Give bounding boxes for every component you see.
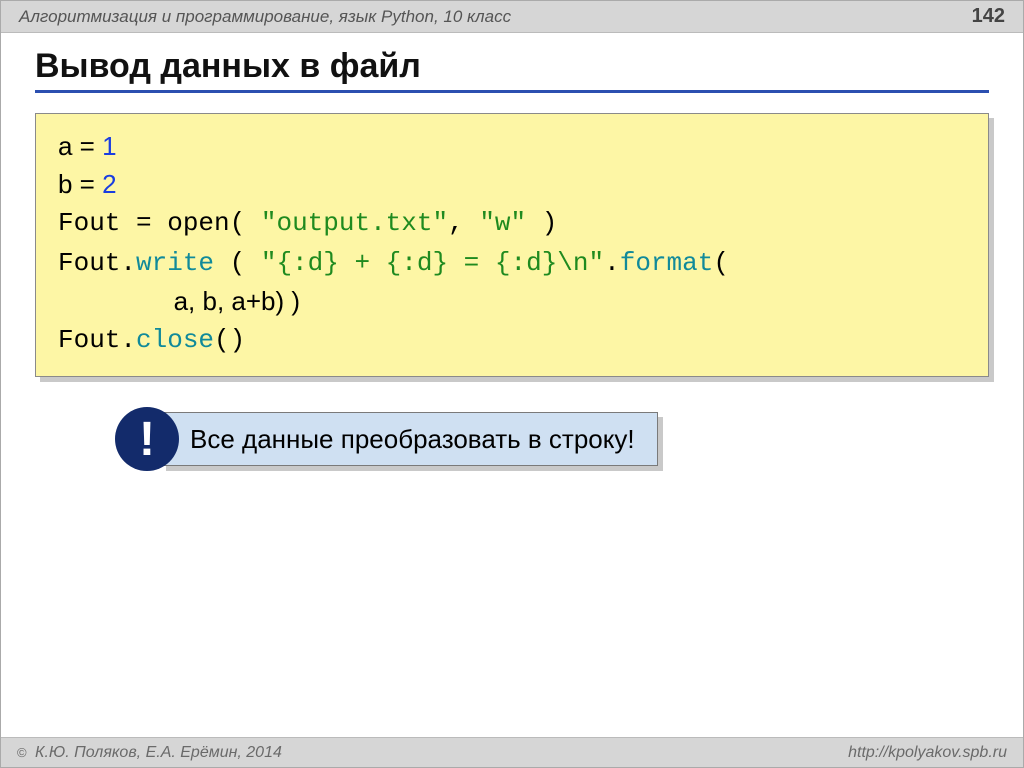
code-text: Fout = open bbox=[58, 208, 230, 238]
code-text: () bbox=[214, 325, 245, 355]
code-text: a = bbox=[58, 131, 102, 161]
code-box: a = 1 b = 2 Fout = open( "output.txt", "… bbox=[35, 113, 989, 377]
page-number: 142 bbox=[972, 5, 1005, 28]
title-rule bbox=[35, 90, 989, 93]
course-label: Алгоритмизация и программирование, язык … bbox=[19, 7, 511, 27]
code-method: write bbox=[136, 248, 214, 278]
code-number: 2 bbox=[102, 169, 116, 199]
code-block: a = 1 b = 2 Fout = open( "output.txt", "… bbox=[35, 113, 989, 377]
code-line-5: a, b, a+b) ) bbox=[58, 283, 966, 321]
code-text: b = bbox=[58, 169, 102, 199]
code-string: "{:d} + {:d} = {:d}\n" bbox=[261, 248, 604, 278]
copyright-icon: © bbox=[17, 745, 27, 760]
header-bar: Алгоритмизация и программирование, язык … bbox=[1, 1, 1023, 33]
code-string: "output.txt" bbox=[261, 208, 448, 238]
page-title: Вывод данных в файл bbox=[35, 47, 989, 86]
code-text: ( bbox=[230, 208, 261, 238]
callout-text: Все данные преобразовать в строку! bbox=[161, 412, 658, 466]
code-number: 1 bbox=[102, 131, 116, 161]
code-line-4: Fout.write ( "{:d} + {:d} = {:d}\n".form… bbox=[58, 243, 966, 283]
code-string: "w" bbox=[479, 208, 526, 238]
slide: Алгоритмизация и программирование, язык … bbox=[0, 0, 1024, 768]
footer-url: http://kpolyakov.spb.ru bbox=[848, 744, 1007, 762]
code-text: , bbox=[448, 208, 479, 238]
authors-text: К.Ю. Поляков, Е.А. Ерёмин, 2014 bbox=[31, 744, 282, 761]
code-text: ( bbox=[713, 248, 729, 278]
code-method: close bbox=[136, 325, 214, 355]
code-text: . bbox=[604, 248, 620, 278]
authors-label: © К.Ю. Поляков, Е.А. Ерёмин, 2014 bbox=[17, 744, 282, 762]
code-line-1: a = 1 bbox=[58, 128, 966, 166]
code-text: Fout. bbox=[58, 248, 136, 278]
code-text: Fout. bbox=[58, 325, 136, 355]
content-area: a = 1 b = 2 Fout = open( "output.txt", "… bbox=[1, 99, 1023, 471]
code-text: ) bbox=[526, 208, 557, 238]
code-line-2: b = 2 bbox=[58, 166, 966, 204]
code-line-6: Fout.close() bbox=[58, 320, 966, 360]
callout: ! Все данные преобразовать в строку! bbox=[115, 407, 989, 471]
code-text: ( bbox=[214, 248, 261, 278]
code-line-3: Fout = open( "output.txt", "w" ) bbox=[58, 203, 966, 243]
code-method: format bbox=[620, 248, 714, 278]
exclamation-icon: ! bbox=[115, 407, 179, 471]
title-block: Вывод данных в файл bbox=[1, 33, 1023, 99]
footer-bar: © К.Ю. Поляков, Е.А. Ерёмин, 2014 http:/… bbox=[1, 737, 1023, 767]
